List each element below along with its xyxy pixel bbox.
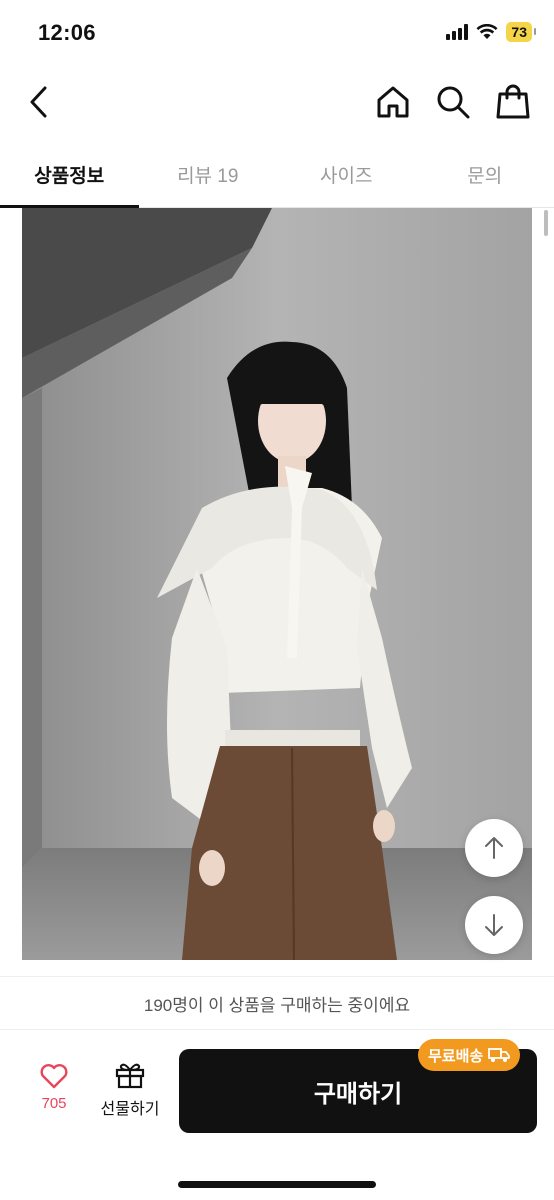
wifi-icon (476, 24, 498, 39)
like-count: 705 (41, 1095, 67, 1112)
free-shipping-label: 무료배송 (428, 1047, 484, 1065)
tab-product-info[interactable]: 상품정보 (0, 142, 139, 208)
back-button[interactable] (20, 82, 56, 122)
chevron-left-icon (30, 86, 47, 118)
heart-icon (40, 1064, 68, 1089)
product-photo (22, 208, 532, 960)
nav-actions (374, 82, 532, 122)
scroll-up-button[interactable] (465, 819, 523, 877)
status-bar: 12:06 73 (0, 0, 554, 62)
scrollbar[interactable] (544, 210, 548, 236)
tab-size[interactable]: 사이즈 (277, 142, 416, 207)
product-tabs: 상품정보 리뷰 19 사이즈 문의 (0, 142, 554, 208)
shopping-bag-icon (496, 84, 530, 119)
home-button[interactable] (374, 82, 412, 122)
gift-icon (115, 1063, 145, 1089)
signal-icon (446, 24, 469, 40)
nav-header (0, 62, 554, 142)
home-indicator (178, 1181, 376, 1188)
scroll-down-button[interactable] (465, 896, 523, 954)
battery-icon: 73 (506, 22, 536, 42)
like-button[interactable]: 705 (26, 1063, 82, 1127)
truck-icon (488, 1048, 511, 1062)
tab-reviews[interactable]: 리뷰 19 (139, 142, 278, 207)
gift-label: 선물하기 (100, 1101, 160, 1118)
viewer-notice: 190명이 이 상품을 구매하는 중이에요 (0, 976, 554, 1030)
product-photo-illustration (22, 208, 532, 960)
bottom-bar: 705 선물하기 구매하기 무료배송 (0, 1031, 554, 1200)
arrow-down-icon (485, 914, 503, 936)
tab-inquiry[interactable]: 문의 (416, 142, 554, 207)
status-time: 12:06 (38, 20, 96, 45)
arrow-up-icon (485, 837, 503, 859)
cart-button[interactable] (494, 82, 532, 122)
search-icon (437, 86, 470, 119)
search-button[interactable] (434, 82, 472, 122)
gift-button[interactable]: 선물하기 (96, 1061, 164, 1125)
home-icon (377, 86, 409, 118)
status-indicators: 73 (446, 22, 536, 42)
free-shipping-badge: 무료배송 (418, 1039, 521, 1071)
